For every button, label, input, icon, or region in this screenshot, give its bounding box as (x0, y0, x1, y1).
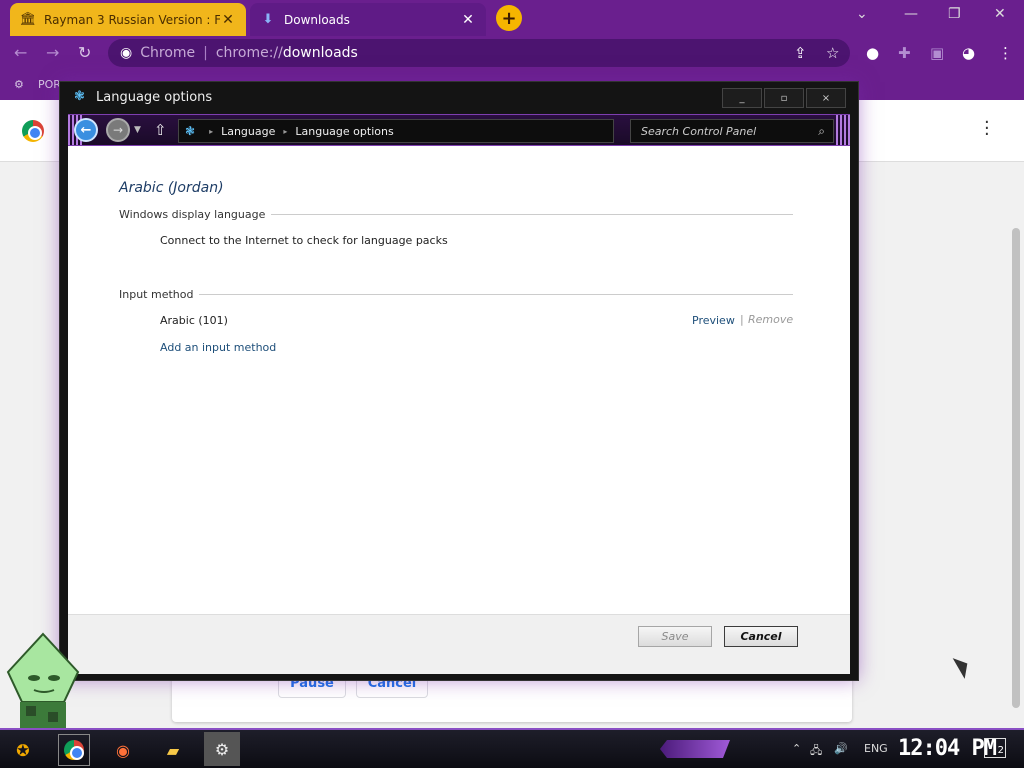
network-icon[interactable]: 🖧 (810, 742, 822, 761)
window-maximize-button[interactable]: ▫ (764, 88, 804, 108)
window-close-button[interactable]: × (806, 88, 846, 108)
breadcrumb-language[interactable]: Language (221, 125, 275, 138)
close-icon[interactable]: ✕ (994, 6, 1006, 22)
address-bar[interactable]: ◉ Chrome | chrome:// downloads (108, 39, 850, 67)
start-button-icon[interactable]: ✪ (8, 736, 38, 764)
back-arrow-icon[interactable]: ← (14, 43, 27, 62)
back-button[interactable]: ← (74, 118, 98, 142)
chevron-right-icon[interactable]: ▸ (283, 127, 287, 136)
minimize-icon[interactable]: — (904, 6, 918, 22)
firefox-taskbar-icon[interactable]: ◉ (108, 736, 138, 764)
input-language-indicator[interactable]: ENG (864, 742, 888, 755)
taskbar: ✪ ◉ ▰ ⚙ ⌃ 🖧 🔊 ENG 12:04 PM 2 (0, 728, 1024, 768)
browser-toolbar: ← → ↻ ◉ Chrome | chrome:// downloads ⇪ ☆… (0, 36, 1024, 70)
forward-arrow-icon[interactable]: → (46, 43, 59, 62)
tab-rayman[interactable]: 🏛 Rayman 3 Russian Version : Fre ✕ (10, 3, 246, 36)
explorer-nav-bar: ← → ▼ ⇧ ❃ ▸ Language ▸ Language options … (68, 114, 850, 146)
search-input[interactable]: Search Control Panel ⌕ (630, 119, 834, 143)
share-icon[interactable]: ⇪ (794, 44, 807, 62)
url-path: downloads (282, 45, 358, 61)
display-language-text: Connect to the Internet to check for lan… (160, 234, 448, 247)
dialog-content: Arabic (Jordan) Windows display language… (68, 146, 850, 674)
preview-link[interactable]: Preview (692, 314, 735, 327)
tab-search-icon[interactable]: ⌄ (856, 6, 868, 22)
add-input-method-link[interactable]: Add an input method (160, 341, 276, 354)
bookmark-icon[interactable]: ⚙ (14, 78, 24, 91)
extension-avatar-icon[interactable]: ● (866, 44, 879, 62)
control-panel-icon: ❃ (74, 89, 85, 104)
notification-count: 2 (997, 745, 1004, 756)
url-host: Chrome (140, 45, 196, 61)
save-button[interactable]: Save (638, 626, 712, 647)
more-options-icon[interactable]: · · · (984, 114, 990, 144)
reload-icon[interactable]: ↻ (78, 43, 91, 62)
notifications-icon[interactable]: 2 (984, 738, 1006, 758)
scroll-thumb[interactable] (1012, 228, 1020, 708)
cancel-button[interactable]: Cancel (724, 626, 798, 647)
dialog-footer: Save Cancel (68, 614, 850, 674)
section-heading: Input method (119, 288, 194, 301)
chevron-right-icon[interactable]: ▸ (209, 127, 213, 136)
recent-pages-dropdown-icon[interactable]: ▼ (134, 125, 141, 135)
file-explorer-taskbar-icon[interactable]: ▰ (158, 736, 188, 764)
control-panel-taskbar-icon[interactable]: ⚙ (204, 732, 240, 766)
breadcrumb-language-options[interactable]: Language options (295, 125, 393, 138)
up-level-icon[interactable]: ⇧ (154, 121, 167, 139)
tab-label: Downloads (284, 12, 350, 27)
archive-icon: 🏛 (19, 12, 37, 27)
search-placeholder: Search Control Panel (641, 124, 757, 138)
url-prefix: chrome:// (215, 45, 283, 61)
display-language-section: Windows display language (119, 208, 793, 221)
forward-button[interactable]: → (106, 118, 130, 142)
profile-avatar-icon[interactable]: ◕ (962, 44, 975, 62)
window-title-text: Language options (96, 89, 213, 105)
chrome-taskbar-icon[interactable] (58, 734, 90, 766)
breadcrumb[interactable]: ❃ ▸ Language ▸ Language options (178, 119, 614, 143)
menu-kebab-icon[interactable]: ⋮ (998, 44, 1013, 62)
bookmark-item[interactable]: POR (38, 78, 61, 91)
remove-link[interactable]: Remove (748, 313, 793, 326)
restore-icon[interactable]: ❐ (948, 6, 961, 22)
link-separator: | (740, 313, 744, 326)
bookmark-star-icon[interactable]: ☆ (826, 44, 839, 62)
tab-close-icon[interactable]: ✕ (220, 12, 236, 28)
desktop-mascot-image (6, 632, 80, 732)
mouse-cursor-icon (952, 653, 974, 679)
search-icon[interactable]: ⌕ (818, 124, 825, 139)
download-icon: ⬇ (262, 12, 274, 27)
input-method-name: Arabic (101) (160, 314, 228, 327)
volume-icon[interactable]: 🔊 (834, 742, 848, 755)
section-divider (271, 214, 793, 215)
extensions-puzzle-icon[interactable]: ✚ (898, 44, 911, 62)
tray-expand-icon[interactable]: ⌃ (792, 742, 801, 755)
section-heading: Windows display language (119, 208, 266, 221)
window-minimize-button[interactable]: _ (722, 88, 762, 108)
tab-close-icon[interactable]: ✕ (460, 12, 476, 28)
window-title: ❃ Language options (74, 89, 212, 105)
page-scrollbar[interactable] (1008, 162, 1024, 728)
new-tab-button[interactable]: + (496, 5, 522, 31)
decor-stripes (836, 115, 850, 145)
chrome-icon: ◉ (120, 45, 133, 61)
control-panel-icon: ❃ (185, 124, 196, 138)
language-options-window: ❃ Language options _ ▫ × ← → ▼ ⇧ ❃ ▸ Lan… (60, 82, 858, 680)
taskbar-decor (660, 740, 730, 758)
side-panel-icon[interactable]: ▣ (930, 44, 944, 62)
section-divider (199, 294, 793, 295)
language-title: Arabic (Jordan) (119, 180, 224, 196)
chrome-logo-icon (22, 120, 44, 142)
taskbar-clock[interactable]: 12:04 PM (898, 736, 997, 761)
tab-strip: 🏛 Rayman 3 Russian Version : Fre ✕ ⬇ Dow… (0, 0, 1024, 36)
tab-label: Rayman 3 Russian Version : Fre (44, 12, 220, 27)
input-method-section: Input method (119, 288, 793, 301)
tab-downloads[interactable]: ⬇ Downloads ✕ (250, 3, 486, 36)
url-separator: | (203, 45, 208, 61)
